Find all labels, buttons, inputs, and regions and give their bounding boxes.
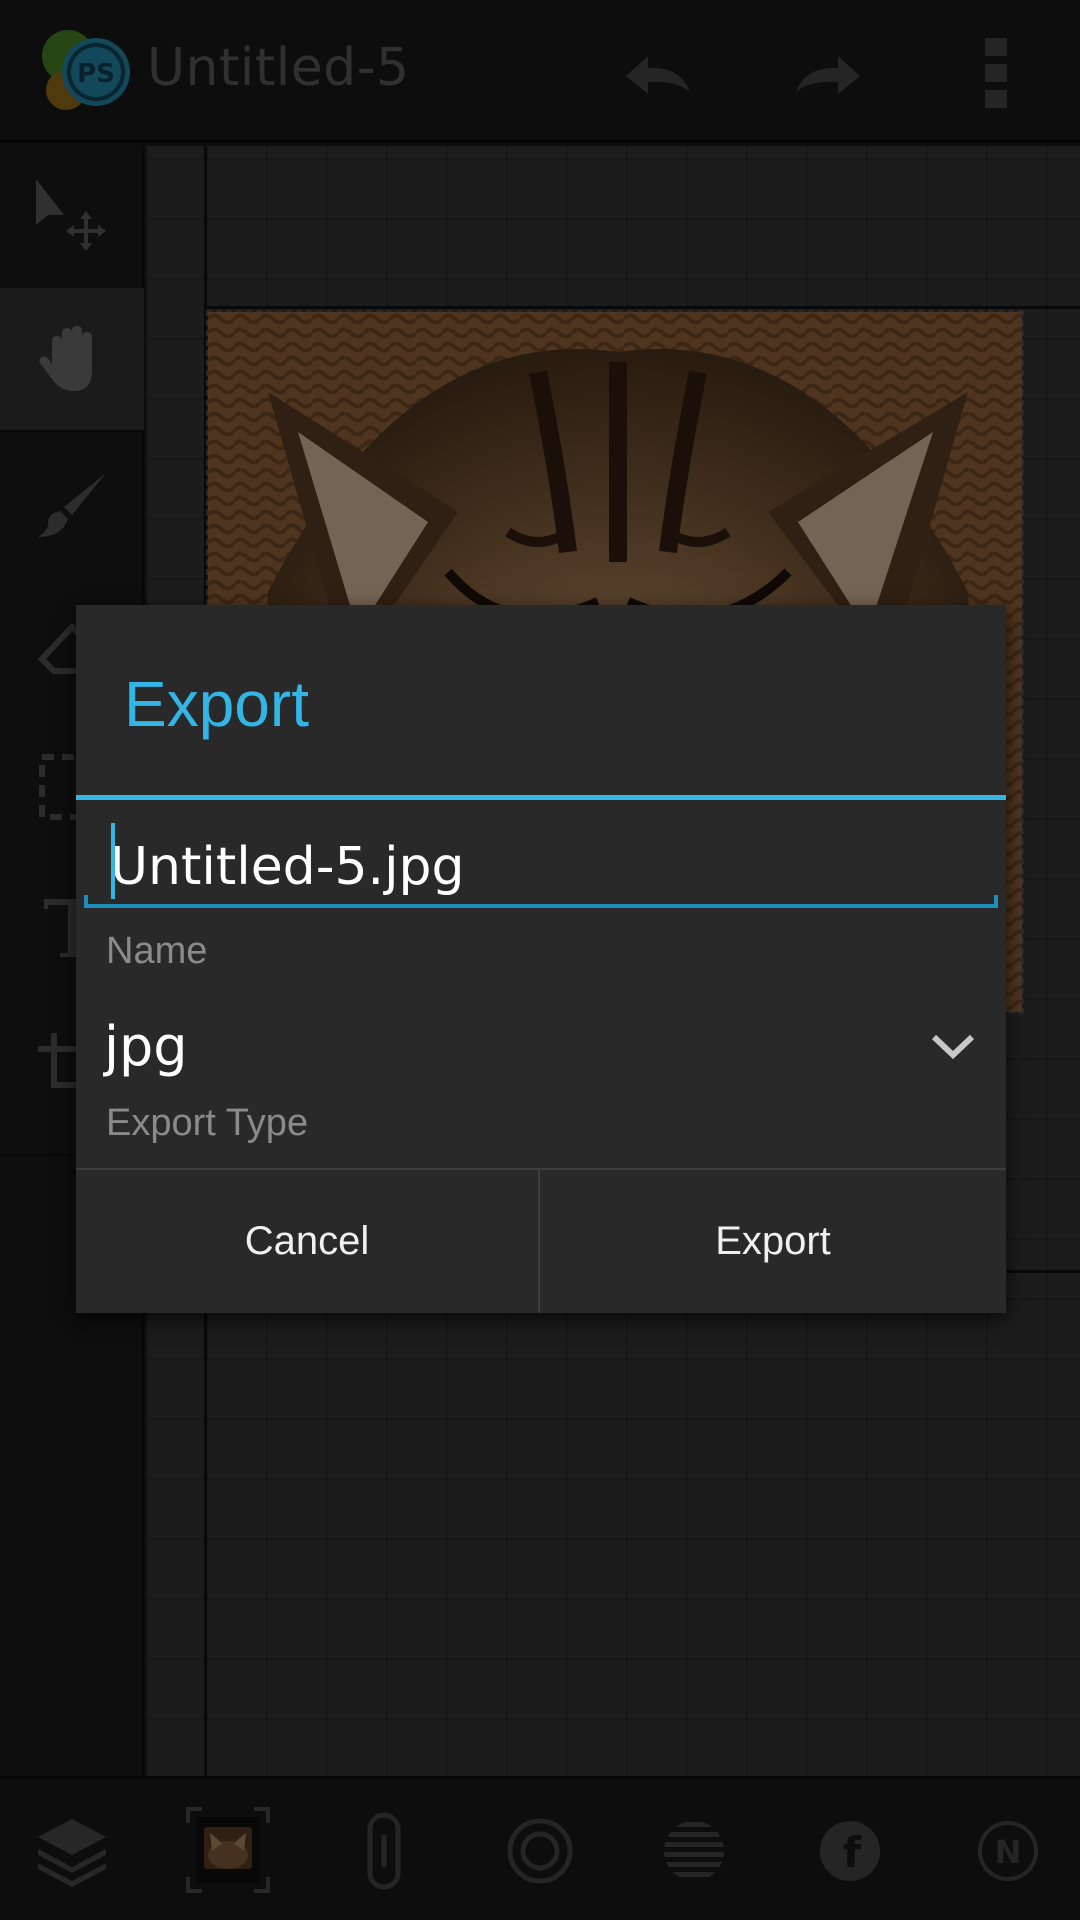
chevron-down-icon <box>931 1034 975 1060</box>
export-type-label: Export Type <box>106 1102 309 1144</box>
export-type-select[interactable]: jpg <box>76 995 1006 1105</box>
filename-input-underline <box>84 904 998 908</box>
dialog-title: Export <box>124 668 309 740</box>
dialog-title-divider <box>76 795 1006 800</box>
export-button[interactable]: Export <box>540 1170 1006 1313</box>
export-dialog: Export Name jpg Export Type Cancel Expor… <box>76 605 1006 1313</box>
text-caret <box>111 823 115 899</box>
filename-input-underline-tick <box>84 895 88 907</box>
cancel-button[interactable]: Cancel <box>76 1170 538 1313</box>
filename-input[interactable] <box>86 817 996 917</box>
filename-input-underline-tick <box>994 895 998 907</box>
app-root: PS Untitled-5 f N Export Untitled-5.jpg … <box>0 0 1080 1920</box>
export-type-value: jpg <box>104 1015 188 1078</box>
name-label: Name <box>106 930 208 972</box>
